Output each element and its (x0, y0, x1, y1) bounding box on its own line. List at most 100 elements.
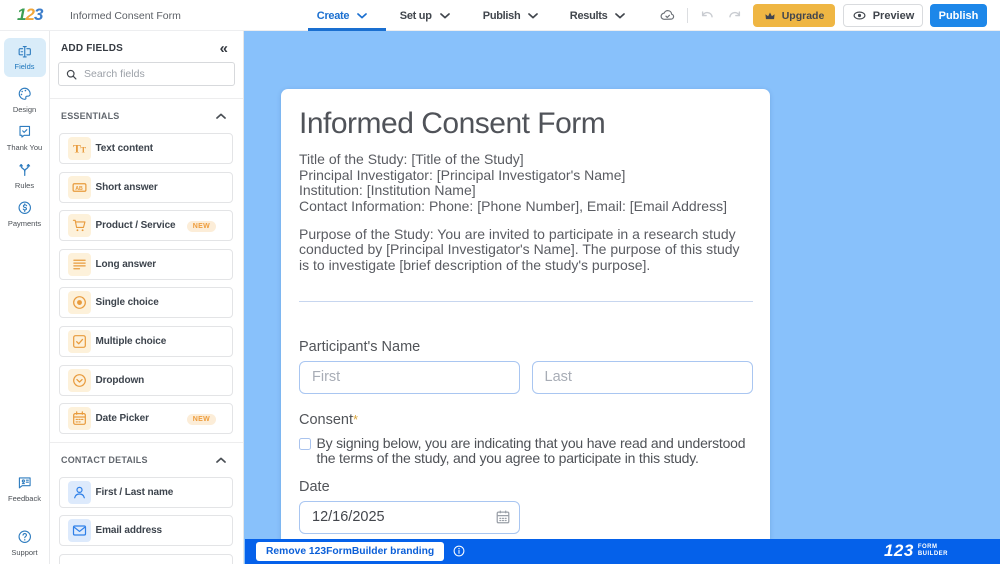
rail-item-payments[interactable]: Payments (4, 199, 46, 229)
new-badge: NEW (187, 221, 216, 232)
single-choice-icon (68, 291, 91, 314)
preview-button[interactable]: Preview (843, 4, 923, 27)
field-item-long-answer[interactable]: Long answer (59, 249, 233, 280)
rail-item-design[interactable]: Design (4, 85, 46, 115)
search-icon (66, 69, 77, 80)
rail-item-label: Design (13, 105, 36, 114)
rail-item-label: Thank You (7, 143, 42, 152)
field-item-email-address[interactable]: Email address (59, 515, 233, 546)
left-rail: Fields Design Thank You Rules Payments Feedba… (0, 31, 50, 564)
field-item-label: Product / Service (96, 220, 176, 231)
redo-button[interactable] (728, 9, 742, 23)
field-item-first-last-name[interactable]: First / Last name (59, 477, 233, 508)
rail-item-label: Feedback (8, 494, 41, 503)
field-item-label: Long answer (96, 259, 157, 270)
formbuilder-logo: 123 FORMBUILDER (884, 541, 948, 561)
field-item-product-service[interactable]: Product / Service NEW (59, 210, 233, 241)
undo-button[interactable] (700, 9, 714, 23)
calendar-icon (68, 407, 91, 430)
add-fields-panel: ADD FIELDS « ESSENTIALS TT Text content AB S… (50, 31, 244, 564)
person-icon (68, 481, 91, 504)
field-item-multiple-choice[interactable]: Multiple choice (59, 326, 233, 357)
fields-icon (17, 44, 33, 60)
svg-text:AB: AB (75, 186, 83, 192)
top-right-controls: Upgrade Preview Publish (659, 0, 1000, 31)
tab-label: Publish (483, 10, 521, 22)
panel-title: ADD FIELDS (61, 43, 123, 54)
rail-item-feedback[interactable]: Feedback (4, 474, 46, 504)
field-item-date-picker[interactable]: Date Picker NEW (59, 403, 233, 434)
rail-item-rules[interactable]: Rules (4, 161, 46, 191)
chevron-down-icon (440, 13, 450, 19)
search-input[interactable] (77, 68, 227, 80)
form-intro-text[interactable]: Title of the Study: [Title of the Study]… (299, 152, 727, 214)
crown-icon (764, 10, 776, 22)
field-item-label: First / Last name (96, 487, 174, 498)
tab-label: Create (317, 10, 349, 22)
date-input[interactable]: 12/16/2025 (299, 501, 520, 534)
chevron-down-icon (357, 13, 367, 19)
field-item-partial[interactable] (59, 554, 233, 564)
field-item-short-answer[interactable]: AB Short answer (59, 172, 233, 203)
tab-set-up[interactable]: Set up (391, 0, 450, 31)
rail-item-support[interactable]: Support (4, 528, 46, 558)
form-divider (299, 301, 753, 302)
first-name-input[interactable] (299, 361, 520, 394)
consent-checkbox[interactable] (299, 438, 311, 450)
payments-icon (17, 200, 33, 216)
rail-item-fields[interactable]: Fields (4, 38, 46, 77)
bottom-bar: Remove 123FormBuilder branding 123 FORMB… (245, 539, 1000, 564)
support-icon (17, 529, 33, 545)
consent-text[interactable]: By signing below, you are indicating tha… (317, 436, 746, 467)
tab-results[interactable]: Results (561, 0, 625, 31)
field-item-label: Text content (96, 143, 154, 154)
field-item-label: Email address (96, 525, 163, 536)
email-icon (68, 519, 91, 542)
field-item-dropdown[interactable]: Dropdown (59, 365, 233, 396)
rail-item-label: Rules (15, 181, 34, 190)
field-item-label: Date Picker (96, 413, 149, 424)
dropdown-icon (68, 369, 91, 392)
participant-name-label[interactable]: Participant's Name (299, 339, 420, 355)
last-name-input[interactable] (532, 361, 753, 394)
divider (687, 8, 688, 23)
cart-icon (68, 214, 91, 237)
upgrade-button[interactable]: Upgrade (753, 4, 835, 27)
new-badge: NEW (187, 414, 216, 425)
palette-icon (17, 86, 33, 102)
form-purpose-text[interactable]: Purpose of the Study: You are invited to… (299, 227, 740, 274)
field-item-label: Dropdown (96, 375, 145, 386)
field-item-label: Multiple choice (96, 336, 167, 347)
tab-publish[interactable]: Publish (474, 0, 538, 31)
consent-label[interactable]: Consent* (299, 412, 358, 428)
field-item-text-content[interactable]: TT Text content (59, 133, 233, 164)
field-item-single-choice[interactable]: Single choice (59, 287, 233, 318)
app-root: 123 Informed Consent Form CreateSet upPu… (0, 0, 1000, 564)
info-icon[interactable] (453, 545, 465, 557)
field-item-label: Short answer (96, 182, 158, 193)
rail-item-thank-you[interactable]: Thank You (4, 123, 46, 153)
cloud-check-icon (659, 7, 676, 24)
section-header-essentials[interactable]: ESSENTIALS (61, 110, 228, 122)
chevron-down-icon (615, 13, 625, 19)
chevron-down-icon (528, 13, 538, 19)
collapse-panel-icon[interactable]: « (220, 44, 228, 54)
remove-branding-button[interactable]: Remove 123FormBuilder branding (256, 542, 444, 561)
chevron-up-icon (216, 457, 226, 463)
tab-create[interactable]: Create (308, 0, 367, 31)
rail-item-label: Support (11, 548, 37, 557)
text-content-icon: TT (68, 137, 91, 160)
multi-choice-icon (68, 330, 91, 353)
search-box (58, 62, 235, 86)
date-label[interactable]: Date (299, 479, 330, 495)
section-header-contact-details[interactable]: CONTACT DETAILS (61, 454, 228, 466)
publish-button[interactable]: Publish (930, 4, 987, 27)
calendar-icon (495, 509, 511, 525)
required-asterisk: * (353, 412, 358, 427)
section-title: CONTACT DETAILS (61, 455, 148, 465)
rail-item-label: Payments (8, 219, 41, 228)
divider (50, 442, 243, 443)
form-title[interactable]: Informed Consent Form (299, 106, 605, 142)
section-title: ESSENTIALS (61, 111, 120, 121)
svg-text:T: T (80, 145, 86, 155)
